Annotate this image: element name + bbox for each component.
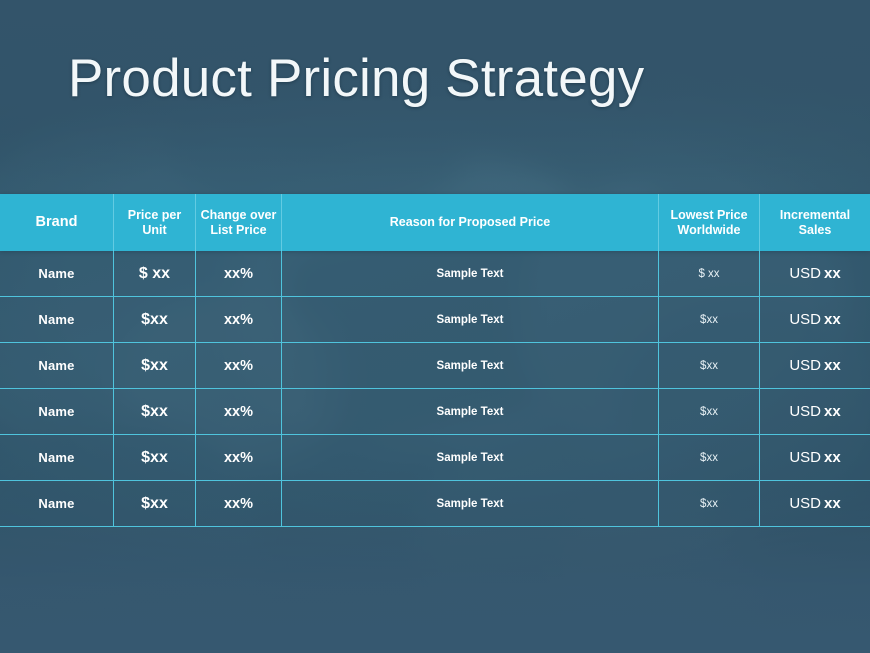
cell-reason: Sample Text [282,389,659,434]
cell-incremental-sales: USD xx [760,343,870,388]
cell-lowest-price-worldwide: $xx [659,389,760,434]
cell-change-over-list-price: xx% [196,343,282,388]
incremental-sales-unit: USD [789,311,821,328]
incremental-sales-unit: USD [789,265,821,282]
cell-brand: Name [0,343,114,388]
cell-price-per-unit: $ xx [114,251,196,296]
incremental-sales-unit: USD [789,495,821,512]
incremental-sales-value: xx [823,403,841,420]
cell-price-per-unit: $xx [114,435,196,480]
cell-brand: Name [0,251,114,296]
incremental-sales-value: xx [823,311,841,328]
incremental-sales-value: xx [823,265,841,282]
table-header-row: Brand Price per Unit Change over List Pr… [0,194,870,251]
cell-price-per-unit: $xx [114,389,196,434]
cell-change-over-list-price: xx% [196,389,282,434]
cell-change-over-list-price: xx% [196,297,282,342]
slide-title: Product Pricing Strategy [68,49,645,108]
cell-brand: Name [0,435,114,480]
header-reason-for-proposed-price: Reason for Proposed Price [282,194,659,251]
cell-incremental-sales: USD xx [760,297,870,342]
table-row: Name $xx xx% Sample Text $xx USD xx [0,481,870,527]
cell-lowest-price-worldwide: $xx [659,343,760,388]
header-incremental-sales: Incremental Sales [779,207,851,237]
incremental-sales-value: xx [823,357,841,374]
cell-reason: Sample Text [282,481,659,526]
cell-lowest-price-worldwide: $xx [659,435,760,480]
cell-lowest-price-worldwide: $xx [659,481,760,526]
cell-change-over-list-price: xx% [196,251,282,296]
cell-brand: Name [0,297,114,342]
incremental-sales-unit: USD [789,357,821,374]
cell-change-over-list-price: xx% [196,481,282,526]
cell-lowest-price-worldwide: $ xx [659,251,760,296]
header-change-over-list-price: Change over List Price [196,194,282,251]
cell-price-per-unit: $xx [114,481,196,526]
cell-incremental-sales: USD xx [760,435,870,480]
incremental-sales-value: xx [823,449,841,466]
cell-incremental-sales: USD xx [760,389,870,434]
pricing-table: Brand Price per Unit Change over List Pr… [0,194,870,527]
cell-brand: Name [0,389,114,434]
header-price-per-unit: Price per Unit [114,194,196,251]
cell-reason: Sample Text [282,297,659,342]
cell-brand: Name [0,481,114,526]
table-row: Name $xx xx% Sample Text $xx USD xx [0,435,870,481]
table-row: Name $xx xx% Sample Text $xx USD xx [0,343,870,389]
incremental-sales-unit: USD [789,403,821,420]
cell-reason: Sample Text [282,251,659,296]
slide-canvas: Product Pricing Strategy Brand Price per… [0,0,870,653]
header-lowest-price-worldwide: Lowest Price Worldwide [659,194,760,251]
cell-incremental-sales: USD xx [760,251,870,296]
table-row: Name $xx xx% Sample Text $xx USD xx [0,297,870,343]
incremental-sales-value: xx [823,495,841,512]
cell-price-per-unit: $xx [114,297,196,342]
cell-lowest-price-worldwide: $xx [659,297,760,342]
incremental-sales-unit: USD [789,449,821,466]
table-row: Name $xx xx% Sample Text $xx USD xx [0,389,870,435]
cell-change-over-list-price: xx% [196,435,282,480]
header-brand: Brand [0,194,114,251]
cell-incremental-sales: USD xx [760,481,870,526]
cell-reason: Sample Text [282,343,659,388]
cell-price-per-unit: $xx [114,343,196,388]
cell-reason: Sample Text [282,435,659,480]
table-row: Name $ xx xx% Sample Text $ xx USD xx [0,251,870,297]
